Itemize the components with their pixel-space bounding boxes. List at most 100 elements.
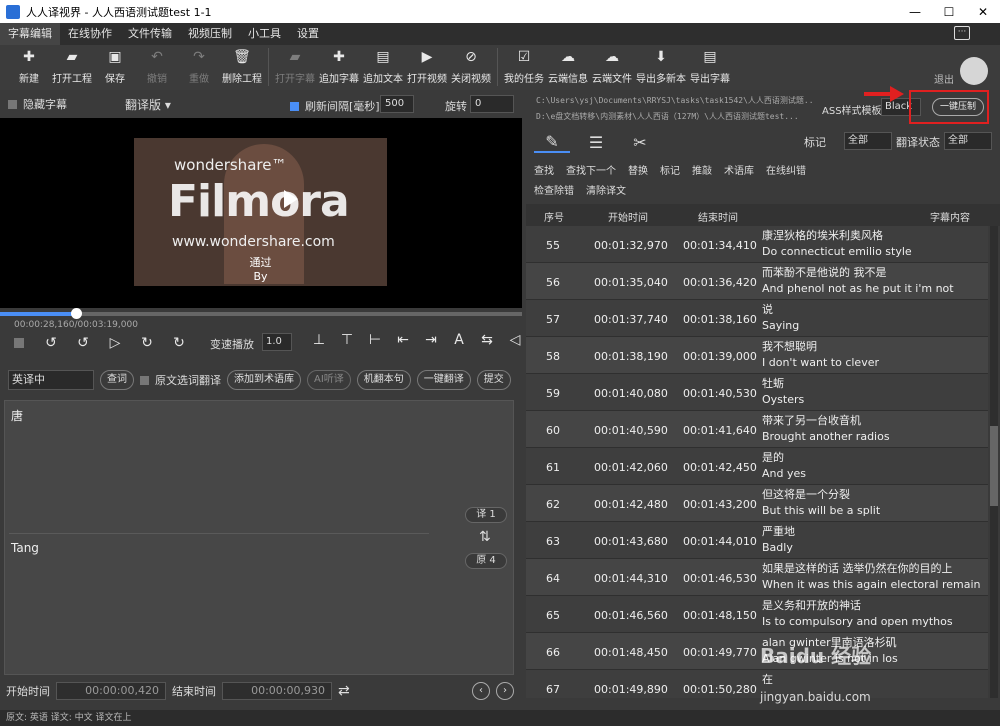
- toolbar-button-add-subtitle[interactable]: ✚ 追加字幕: [319, 45, 359, 85]
- video-player[interactable]: wondershare™ Filmora www.wondershare.com…: [0, 118, 522, 308]
- menu-video-compress[interactable]: 视频压制: [180, 23, 240, 45]
- mt-sentence-button[interactable]: 机翻本句: [356, 370, 411, 390]
- progress-handle[interactable]: [71, 308, 83, 319]
- translation-text[interactable]: 唐: [11, 407, 23, 424]
- stop-icon[interactable]: [14, 338, 24, 348]
- align-center-icon[interactable]: ⊥: [305, 332, 333, 348]
- menu-tools[interactable]: 小工具: [240, 23, 289, 45]
- original-text[interactable]: Tang: [11, 541, 39, 555]
- language-select[interactable]: 英译中: [8, 370, 94, 390]
- refresh-checkbox[interactable]: [290, 101, 299, 111]
- scroll-thumb[interactable]: [990, 426, 998, 506]
- table-row[interactable]: 60 00:01:40,590 00:01:41,640 带来了另一台收音机 Broug…: [526, 411, 988, 448]
- toolbar-button-folder[interactable]: ▰ 打开工程: [52, 45, 92, 85]
- video-frame[interactable]: wondershare™ Filmora www.wondershare.com…: [134, 138, 387, 286]
- toolbar-button-open-subtitle[interactable]: ▰ 打开字幕: [275, 45, 315, 85]
- toolbar-button-export-multi[interactable]: ⬇ 导出多新本: [636, 45, 686, 85]
- menu-online-collab[interactable]: 在线协作: [60, 23, 120, 45]
- tool2-0[interactable]: 检查除错: [534, 182, 574, 197]
- table-row[interactable]: 59 00:01:40,080 00:01:40,530 牡蛎 Oysters: [526, 374, 988, 411]
- table-row[interactable]: 58 00:01:38,190 00:01:39,000 我不想聪明 I don't w…: [526, 337, 988, 374]
- table-row[interactable]: 55 00:01:32,970 00:01:34,410 康涅狄格的埃米利奥风格 Do …: [526, 226, 988, 263]
- avatar[interactable]: [960, 57, 988, 85]
- version-select[interactable]: 翻译版 ▾: [125, 96, 171, 113]
- align-middle-icon[interactable]: ⊤: [333, 332, 361, 348]
- tool-1[interactable]: 查找下一个: [566, 162, 616, 177]
- table-row[interactable]: 66 00:01:48,450 00:01:49,770 alan gwinter里南…: [526, 633, 988, 670]
- app-icon: [6, 4, 20, 19]
- end-time-input[interactable]: 00:00:00,930: [222, 682, 332, 700]
- toolbar-button-cloud-file[interactable]: ☁ 云端文件: [592, 45, 632, 85]
- toolbar-button-save[interactable]: ▣ 保存: [96, 45, 134, 85]
- shift-right-icon[interactable]: ⇥: [417, 332, 445, 348]
- one-click-translate-button[interactable]: 一键翻译: [416, 370, 471, 390]
- table-row[interactable]: 62 00:01:42,480 00:01:43,200 但这将是一个分裂 But th…: [526, 485, 988, 522]
- table-row[interactable]: 64 00:01:44,310 00:01:46,530 如果是这样的话 选举仍然在你…: [526, 559, 988, 596]
- state-filter-select[interactable]: 全部: [944, 132, 992, 150]
- subtitle-editor[interactable]: 唐 译 1 ⇅ 原 4 Tang: [4, 400, 514, 675]
- minimize-button[interactable]: —: [898, 0, 932, 23]
- tool-0[interactable]: 查找: [534, 162, 554, 177]
- table-row[interactable]: 57 00:01:37,740 00:01:38,160 说 Saying: [526, 300, 988, 337]
- hide-subtitles-checkbox[interactable]: [8, 99, 17, 109]
- tool-4[interactable]: 推敲: [692, 162, 712, 177]
- original-select-checkbox[interactable]: [140, 375, 149, 385]
- toolbar-button-export-subtitle[interactable]: ▤ 导出字幕: [690, 45, 730, 85]
- menu-file-transfer[interactable]: 文件传输: [120, 23, 180, 45]
- table-row[interactable]: 61 00:01:42,060 00:01:42,450 是的 And yes: [526, 448, 988, 485]
- table-row[interactable]: 67 00:01:49,890 00:01:50,280 在: [526, 670, 988, 698]
- forward-5s-icon[interactable]: ↻: [170, 335, 188, 351]
- tab-list-icon[interactable]: ☰: [578, 133, 614, 152]
- shift-left-icon[interactable]: ⇤: [389, 332, 417, 348]
- scrollbar[interactable]: [990, 226, 998, 698]
- tab-edit-pencil-icon[interactable]: ✎: [534, 132, 570, 153]
- submit-button[interactable]: 提交: [476, 370, 511, 390]
- tool2-1[interactable]: 清除译文: [586, 182, 626, 197]
- toolbar-button-task[interactable]: ☑ 我的任务: [504, 45, 544, 85]
- table-row[interactable]: 56 00:01:35,040 00:01:36,420 而苯酚不是他说的 我不是 An…: [526, 263, 988, 300]
- tool-2[interactable]: 替换: [628, 162, 648, 177]
- swap-icon[interactable]: ⇆: [473, 332, 501, 348]
- tool-6[interactable]: 在线纠错: [766, 162, 806, 177]
- toolbar-button-trash[interactable]: 🗑 删除工程: [222, 45, 262, 85]
- add-glossary-button[interactable]: 添加到术语库: [227, 370, 301, 390]
- progress-bar[interactable]: [0, 308, 522, 319]
- one-click-burn-button[interactable]: 一键压制: [932, 98, 984, 116]
- volume-icon[interactable]: ◁: [501, 332, 529, 348]
- swap-order-icon[interactable]: ⇅: [479, 529, 491, 545]
- toolbar-button-add-text[interactable]: ▤ 追加文本: [363, 45, 403, 85]
- back-1s-icon[interactable]: ↺: [74, 335, 92, 351]
- toolbar-button-undo[interactable]: ↶ 撤销: [138, 45, 176, 85]
- chat-icon[interactable]: ···: [954, 26, 970, 40]
- font-size-icon[interactable]: A: [445, 332, 473, 348]
- mark-filter-select[interactable]: 全部: [844, 132, 892, 150]
- refresh-interval-input[interactable]: 500: [380, 95, 414, 113]
- tool-5[interactable]: 术语库: [724, 162, 754, 177]
- lookup-button[interactable]: 查词: [100, 370, 134, 390]
- play-icon[interactable]: ▷: [106, 335, 124, 351]
- toolbar-button-video[interactable]: ▶ 打开视频: [407, 45, 447, 85]
- toolbar-button-cloud-info[interactable]: ☁ 云端信息: [548, 45, 588, 85]
- menu-settings[interactable]: 设置: [289, 23, 327, 45]
- swap-time-icon[interactable]: ⇄: [338, 683, 350, 699]
- prev-icon[interactable]: ‹: [472, 682, 490, 700]
- logout-link[interactable]: 退出: [934, 71, 954, 86]
- toolbar-button-new-file[interactable]: ✚ 新建: [10, 45, 48, 85]
- forward-1s-icon[interactable]: ↻: [138, 335, 156, 351]
- tool-3[interactable]: 标记: [660, 162, 680, 177]
- speed-select[interactable]: 1.0: [262, 333, 292, 351]
- rotate-select[interactable]: 0: [470, 95, 514, 113]
- close-button[interactable]: ✕: [966, 0, 1000, 23]
- toolbar-button-redo[interactable]: ↷ 重做: [180, 45, 218, 85]
- table-row[interactable]: 63 00:01:43,680 00:01:44,010 严重地 Badly: [526, 522, 988, 559]
- menu-subtitle-edit[interactable]: 字幕编辑: [0, 23, 60, 45]
- ai-listen-button[interactable]: AI听译: [307, 370, 351, 390]
- back-5s-icon[interactable]: ↺: [42, 335, 60, 351]
- toolbar-button-close-video[interactable]: ⊘ 关闭视频: [451, 45, 491, 85]
- next-icon[interactable]: ›: [496, 682, 514, 700]
- table-row[interactable]: 65 00:01:46,560 00:01:48,150 是义务和开放的神话 Is to…: [526, 596, 988, 633]
- tab-tools-icon[interactable]: ✂: [622, 133, 658, 152]
- start-time-input[interactable]: 00:00:00,420: [56, 682, 166, 700]
- align-left-icon[interactable]: ⊢: [361, 332, 389, 348]
- maximize-button[interactable]: ☐: [932, 0, 966, 23]
